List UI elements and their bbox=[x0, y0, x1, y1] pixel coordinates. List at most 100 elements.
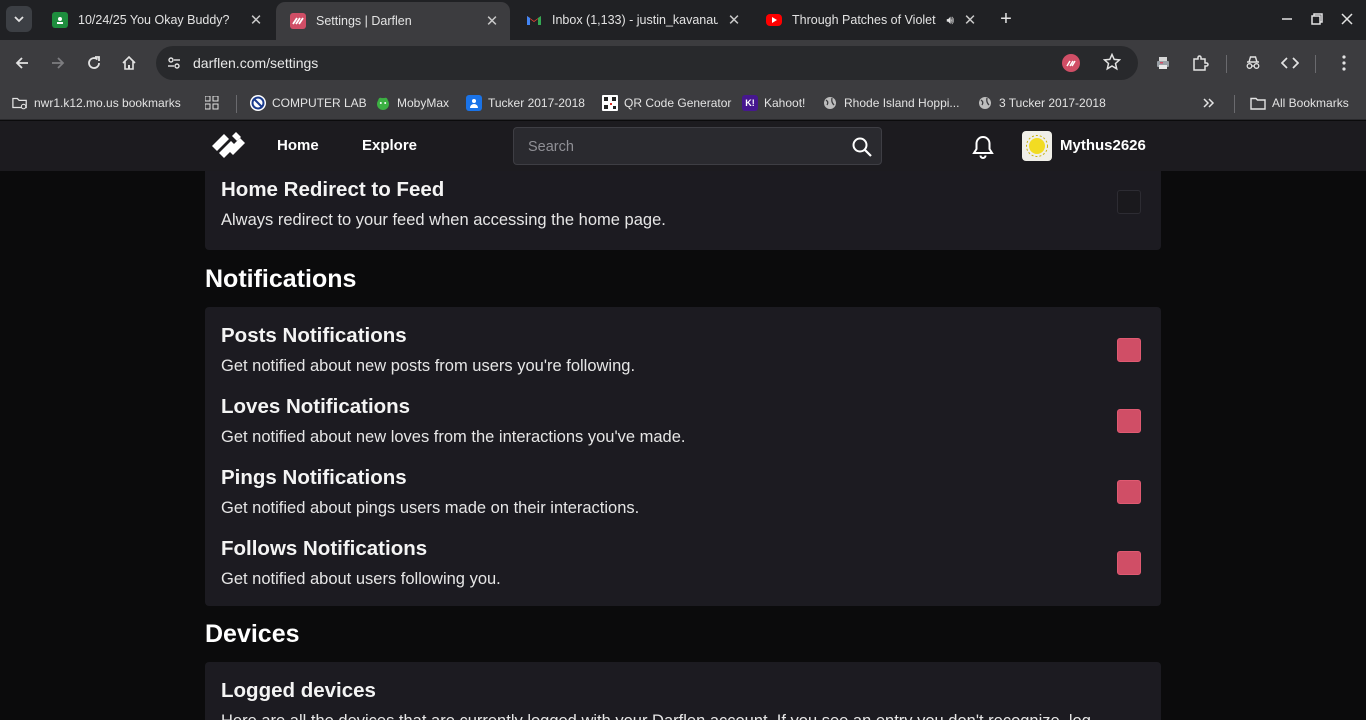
bookmark-label: Kahoot! bbox=[764, 96, 806, 110]
person-icon bbox=[466, 95, 482, 111]
setting-description: Get notified about new loves from the in… bbox=[221, 428, 686, 446]
close-window-button[interactable] bbox=[1336, 8, 1358, 30]
bookmarks-bar: nwr1.k12.mo.us bookmarks COMPUTER LAB Mo… bbox=[0, 86, 1366, 120]
tab-strip: 10/24/25 You Okay Buddy? ✕ Settings | Da… bbox=[0, 0, 1366, 40]
site-header: Home Explore Search Mythus2626 bbox=[0, 121, 1366, 171]
username[interactable]: Mythus2626 bbox=[1060, 137, 1146, 154]
loves-notifications-checkbox[interactable] bbox=[1117, 409, 1141, 433]
tab-darflen-settings[interactable]: Settings | Darflen ✕ bbox=[276, 2, 510, 40]
darflen-icon bbox=[290, 13, 306, 29]
tab-search-button[interactable] bbox=[6, 6, 32, 32]
bookmark-qr-code[interactable]: QR Code Generator bbox=[602, 93, 731, 113]
follows-notifications-checkbox[interactable] bbox=[1117, 551, 1141, 575]
folder-icon bbox=[1250, 95, 1266, 111]
globe-icon bbox=[977, 95, 993, 111]
home-button[interactable] bbox=[117, 51, 141, 75]
bookmark-label: Tucker 2017-2018 bbox=[488, 96, 585, 110]
restore-button[interactable] bbox=[1306, 8, 1328, 30]
bookmark-label: Rhode Island Hoppi... bbox=[844, 96, 960, 110]
browser-toolbar: darflen.com/settings bbox=[0, 40, 1366, 86]
back-button[interactable] bbox=[10, 51, 34, 75]
notifications-bell-icon[interactable] bbox=[971, 134, 995, 160]
address-bar[interactable]: darflen.com/settings bbox=[156, 46, 1138, 80]
close-icon[interactable]: ✕ bbox=[248, 12, 264, 29]
bookmark-label: MobyMax bbox=[397, 96, 450, 110]
bookmark-label: QR Code Generator bbox=[624, 96, 732, 110]
bookmark-rhode-island[interactable]: Rhode Island Hoppi... bbox=[822, 93, 959, 113]
setting-description: Get notified about new posts from users … bbox=[221, 357, 636, 375]
url-text: darflen.com/settings bbox=[193, 55, 319, 71]
bookmarks-divider bbox=[1234, 95, 1235, 113]
site-settings-icon[interactable] bbox=[162, 51, 186, 75]
bookmark-managed-folder[interactable]: nwr1.k12.mo.us bookmarks bbox=[12, 93, 181, 113]
all-bookmarks-button[interactable]: All Bookmarks bbox=[1250, 93, 1349, 113]
nav-home[interactable]: Home bbox=[277, 137, 319, 154]
bookmark-computer-lab[interactable]: COMPUTER LAB bbox=[250, 93, 367, 113]
darflen-logo[interactable] bbox=[210, 130, 250, 160]
avatar[interactable] bbox=[1022, 131, 1052, 161]
tab-title: Through Patches of Violet bbox=[792, 13, 936, 27]
setting-title: Home Redirect to Feed bbox=[221, 178, 445, 201]
bookmark-star-icon[interactable] bbox=[1102, 52, 1122, 76]
more-bookmarks-button[interactable] bbox=[1202, 93, 1216, 113]
gmail-icon bbox=[526, 12, 542, 28]
bookmark-label: All Bookmarks bbox=[1272, 96, 1349, 110]
settings-content: Home Redirect to Feed Always redirect to… bbox=[0, 171, 1366, 720]
setting-title: Follows Notifications bbox=[221, 537, 428, 560]
extensions-puzzle-icon[interactable] bbox=[1188, 51, 1212, 75]
bookmark-label: nwr1.k12.mo.us bookmarks bbox=[34, 96, 181, 110]
setting-title: Posts Notifications bbox=[221, 324, 407, 347]
notifications-heading: Notifications bbox=[205, 265, 357, 293]
close-icon[interactable]: ✕ bbox=[962, 12, 978, 29]
code-icon[interactable] bbox=[1278, 51, 1302, 75]
extension-printer-icon[interactable] bbox=[1151, 51, 1175, 75]
search-icon[interactable] bbox=[851, 136, 873, 158]
setting-title: Loves Notifications bbox=[221, 395, 411, 418]
reload-button[interactable] bbox=[82, 51, 106, 75]
bookmark-label: 3 Tucker 2017-2018 bbox=[999, 96, 1106, 110]
kahoot-icon: K! bbox=[742, 95, 758, 111]
darflen-extension-icon[interactable] bbox=[1062, 54, 1080, 72]
home-redirect-checkbox[interactable] bbox=[1117, 190, 1141, 214]
toolbar-divider bbox=[1226, 55, 1227, 73]
blocked-icon bbox=[250, 95, 266, 111]
bookmark-kahoot[interactable]: K! Kahoot! bbox=[742, 93, 805, 113]
posts-notifications-checkbox[interactable] bbox=[1117, 338, 1141, 362]
forward-button[interactable] bbox=[46, 51, 70, 75]
menu-kebab-icon[interactable] bbox=[1332, 51, 1356, 75]
minimize-button[interactable] bbox=[1276, 8, 1298, 30]
close-icon[interactable]: ✕ bbox=[484, 13, 500, 30]
setting-description: Get notified about pings users made on t… bbox=[221, 499, 640, 517]
tab-youtube[interactable]: Through Patches of Violet 🔊︎ ✕ bbox=[752, 4, 988, 36]
bookmark-3-tucker[interactable]: 3 Tucker 2017-2018 bbox=[977, 93, 1106, 113]
chevron-double-right-icon bbox=[1203, 98, 1215, 108]
setting-description: Always redirect to your feed when access… bbox=[221, 211, 666, 229]
setting-description: Here are all the devices that are curren… bbox=[221, 712, 1091, 720]
search-input[interactable]: Search bbox=[513, 127, 882, 165]
tab-title: 10/24/25 You Okay Buddy? bbox=[78, 13, 230, 27]
tab-classroom[interactable]: 10/24/25 You Okay Buddy? ✕ bbox=[38, 4, 274, 36]
bookmark-mobymax[interactable]: MobyMax bbox=[375, 93, 449, 113]
toolbar-divider bbox=[1315, 55, 1316, 73]
devices-heading: Devices bbox=[205, 620, 300, 648]
notifications-card: Posts Notifications Get notified about n… bbox=[205, 307, 1161, 606]
managed-folder-icon bbox=[12, 95, 28, 111]
new-tab-button[interactable]: + bbox=[996, 9, 1016, 29]
bookmarks-divider bbox=[236, 95, 237, 113]
close-icon[interactable]: ✕ bbox=[726, 12, 742, 29]
incognito-managed-icon[interactable] bbox=[1241, 51, 1265, 75]
chevron-down-icon bbox=[14, 16, 24, 23]
apps-button[interactable] bbox=[204, 93, 226, 113]
speaker-icon[interactable]: 🔊︎ bbox=[946, 13, 954, 28]
tab-gmail[interactable]: Inbox (1,133) - justin_kavanaugh ✕ bbox=[512, 4, 752, 36]
classroom-icon bbox=[52, 12, 68, 28]
bookmark-tucker[interactable]: Tucker 2017-2018 bbox=[466, 93, 585, 113]
nav-explore[interactable]: Explore bbox=[362, 137, 417, 154]
globe-icon bbox=[822, 95, 838, 111]
pings-notifications-checkbox[interactable] bbox=[1117, 480, 1141, 504]
tab-title: Inbox (1,133) - justin_kavanaugh bbox=[552, 13, 718, 27]
setting-title: Pings Notifications bbox=[221, 466, 407, 489]
setting-title: Logged devices bbox=[221, 679, 376, 702]
mobymax-icon bbox=[375, 95, 391, 111]
tab-title: Settings | Darflen bbox=[316, 14, 412, 28]
